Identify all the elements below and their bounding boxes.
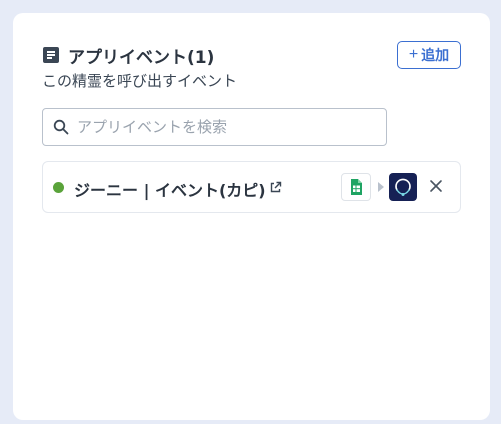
panel-subtitle: この精霊を呼び出すイベント (42, 72, 238, 90)
plus-icon: + (408, 46, 419, 63)
search-input[interactable] (77, 109, 377, 145)
close-icon[interactable] (428, 178, 444, 194)
google-sheets-icon (341, 173, 371, 201)
arrow-right-icon (378, 182, 384, 192)
panel-title: アプリイベント(1) (68, 48, 215, 68)
event-title-link[interactable]: ジーニー | イベント(カピ) (74, 177, 266, 201)
document-list-icon (43, 47, 59, 63)
add-button[interactable]: + 追加 (397, 41, 461, 69)
external-link-icon[interactable] (269, 181, 282, 194)
search-box[interactable] (42, 108, 387, 146)
search-icon (53, 119, 69, 135)
event-list-item[interactable]: ジーニー | イベント(カピ) (42, 161, 461, 213)
add-button-label: 追加 (421, 47, 450, 63)
genie-app-icon (389, 173, 417, 201)
app-events-panel: アプリイベント(1) この精霊を呼び出すイベント + 追加 ジーニー | イベン… (13, 13, 490, 420)
status-indicator (53, 182, 64, 193)
